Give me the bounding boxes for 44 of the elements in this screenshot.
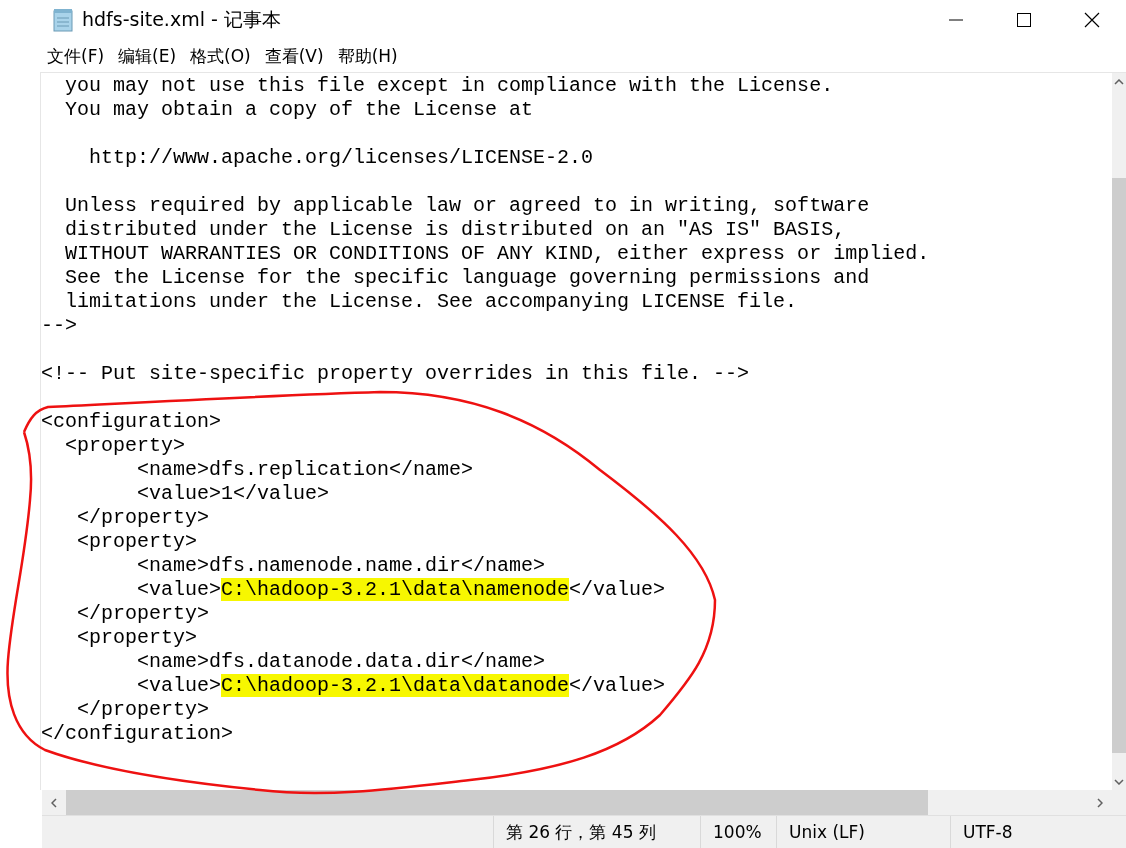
code-line: </property>	[76, 506, 210, 530]
code-line: you may not use this file except in compliance with the License.	[64, 74, 834, 98]
code-line: <!-- Put site-specific property overrides in this file. -->	[41, 362, 750, 386]
scrollbar-thumb[interactable]	[66, 790, 928, 815]
code-line: distributed under the License is distributed on an "AS IS" BASIS,	[64, 218, 846, 242]
code-line: <name>dfs.namenode.name.dir</name>	[136, 554, 546, 578]
code-line: <property>	[76, 626, 198, 650]
code-line: You may obtain a copy of the License at	[64, 98, 534, 122]
code-line: </property>	[76, 698, 210, 722]
scroll-down-icon[interactable]	[1114, 778, 1124, 785]
status-text: Unix (LF)	[789, 822, 865, 842]
close-icon[interactable]	[1084, 12, 1100, 28]
status-text: 100%	[713, 822, 762, 842]
code-line: <value>C:\hadoop-3.2.1\data\datanode</value>	[136, 674, 666, 698]
scrollbar-thumb[interactable]	[1112, 178, 1126, 753]
code-line: <configuration>	[41, 410, 222, 434]
code-line: WITHOUT WARRANTIES OR CONDITIONS OF ANY KIND, either express or implied.	[64, 242, 930, 266]
scroll-up-icon[interactable]	[1114, 78, 1124, 85]
menu-item[interactable]: 查看(V)	[257, 41, 331, 71]
vertical-scrollbar[interactable]	[1112, 73, 1126, 790]
code-line: </property>	[76, 602, 210, 626]
notepad-icon	[52, 8, 74, 32]
code-line: </configuration>	[41, 722, 234, 746]
code-line: <name>dfs.replication</name>	[136, 458, 474, 482]
maximize-icon[interactable]	[1016, 12, 1032, 28]
window-title: hdfs-site.xml - 记事本	[82, 7, 282, 32]
code-line: limitations under the License. See accompanying LICENSE file.	[64, 290, 798, 314]
code-line: <value>C:\hadoop-3.2.1\data\namenode</value>	[136, 578, 666, 602]
code-line: http://www.apache.org/licenses/LICENSE-2.0	[88, 146, 594, 170]
code-line: See the License for the specific language governing permissions and	[64, 266, 870, 290]
menu-item[interactable]: 编辑(E)	[111, 41, 184, 71]
code-line: <name>dfs.datanode.data.dir</name>	[136, 650, 546, 674]
scroll-right-icon[interactable]	[1097, 797, 1103, 808]
menu-item[interactable]: 帮助(H)	[330, 41, 405, 71]
menu-item[interactable]: 格式(O)	[183, 41, 258, 71]
code-line: <value>1</value>	[136, 482, 330, 506]
menu-item[interactable]: 文件(F)	[40, 41, 112, 71]
status-text: 第 26 行，第 45 列	[506, 820, 656, 844]
code-line: Unless required by applicable law or agreed to in writing, software	[64, 194, 870, 218]
code-line: <property>	[76, 530, 198, 554]
code-line: -->	[41, 314, 77, 338]
code-line: <property>	[64, 434, 186, 458]
scroll-left-icon[interactable]	[51, 797, 57, 808]
status-text: UTF-8	[963, 822, 1013, 842]
